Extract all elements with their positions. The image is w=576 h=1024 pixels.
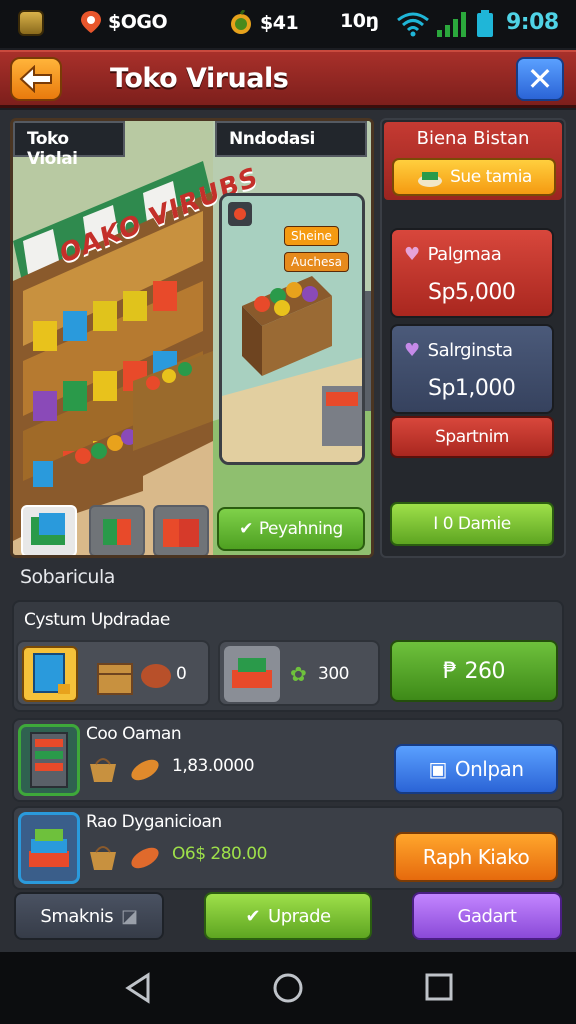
basket-icon (90, 846, 116, 870)
row-2-value: O6$ 280.00 (172, 844, 267, 864)
side-header: Biena Bistan Sue tamia (384, 122, 562, 200)
row-1-title: Coo Oaman (86, 724, 182, 744)
coins-value: $OGO (108, 11, 168, 33)
bread-icon (131, 759, 159, 781)
bottom-left-button[interactable]: Smaknis ◪ (14, 892, 164, 940)
buy-button[interactable]: ₱ 260 (390, 640, 558, 702)
cash-counter: $41 (228, 10, 299, 36)
row-1-button[interactable]: ▣ Onlpan (394, 744, 558, 794)
upgrade-slot-1[interactable]: 0 (16, 640, 210, 706)
heart-icon: ♥ (404, 340, 420, 361)
price-card-1-value: Sp5,000 (428, 280, 516, 305)
store-view-panel: Toko Violai Nndodasi OAKO VIRUBS Sheine … (10, 118, 374, 558)
back-nav-icon[interactable] (124, 972, 152, 1004)
upgrade-slot-2[interactable]: ✿ 300 (218, 640, 380, 706)
price-card-1[interactable]: ♥ Palgmaa Sp5,000 (390, 228, 554, 318)
fruit-icon (231, 10, 251, 34)
announcement-button[interactable]: ✔ Peyahning (217, 507, 365, 551)
side-green-button[interactable]: I 0 Damie (390, 502, 554, 546)
price-card-2[interactable]: ♥ Salrginsta Sp1,000 (390, 324, 554, 414)
list-item[interactable]: Rao Dyganicioan O6$ 280.00 Raph Kiako (12, 806, 564, 890)
bottom-right-button[interactable]: Gadart (412, 892, 562, 940)
location-pin-icon (81, 11, 101, 33)
row-2-button[interactable]: Raph Kiako (394, 832, 558, 882)
wifi-icon (397, 12, 429, 37)
upgrade-item-selected[interactable] (22, 646, 78, 702)
coins-counter: $OGO (80, 10, 168, 34)
status-bar: $OGO $41 10ŋ 9:08 (0, 0, 576, 48)
navigation-bar (0, 952, 576, 1024)
thumb-item-2[interactable] (89, 505, 145, 555)
store-icon: ▣ (428, 757, 447, 781)
tab-store-view[interactable]: Toko Violai (13, 121, 125, 169)
battery-icon (477, 10, 493, 37)
section-title: Sobaricula (20, 566, 115, 588)
bag-icon (163, 519, 199, 547)
mini-button-1[interactable]: Sheine (284, 226, 339, 246)
box-blue-icon (33, 653, 70, 694)
app-badge-icon (18, 10, 44, 36)
heart-icon: ♥ (404, 244, 420, 265)
back-arrow-icon (19, 65, 52, 93)
side-header-label: Biena Bistan (416, 128, 530, 149)
back-button[interactable] (10, 57, 62, 101)
crate-icon (97, 663, 133, 695)
upgrade-slot-1-value: 0 (176, 664, 187, 684)
package-icon (31, 513, 65, 545)
connectivity (396, 10, 494, 38)
mini-button-2[interactable]: Auchesa (284, 252, 350, 272)
preview-card[interactable]: Sheine Auchesa (219, 193, 365, 465)
tab-recommendation[interactable]: Nndodasi (215, 121, 367, 157)
close-button[interactable]: ✕ (516, 57, 564, 101)
thumb-item-1[interactable] (21, 505, 77, 555)
price-card-2-name: Salrginsta (427, 340, 513, 361)
currency-icon: ₱ (443, 658, 457, 684)
upgrade-title: Cystum Updradae (24, 610, 170, 630)
basket-icon (141, 664, 171, 688)
row-thumb-2 (18, 812, 80, 884)
gear-icon: ✿ (290, 662, 307, 686)
food-icon (418, 172, 443, 187)
upgrade-button[interactable]: ✔ Uprade (204, 892, 372, 940)
side-save-button[interactable]: Sue tamia (392, 158, 556, 196)
clock: 9:08 (506, 10, 559, 35)
row-1-value: 1,83.0000 (172, 756, 255, 776)
upgrade-slot-2-value: 300 (318, 664, 349, 684)
check-icon: ✔ (239, 519, 253, 539)
page-title: Toko Viruals (110, 63, 289, 94)
list-item[interactable]: Coo Oaman 1,83.0000 ▣ Onlpan (12, 718, 564, 802)
signal-text: 10ŋ (340, 10, 379, 32)
row-2-title: Rao Dyganicioan (86, 812, 222, 832)
thumb-item-3[interactable] (153, 505, 209, 555)
row-thumb-1 (18, 724, 80, 796)
edit-icon: ◪ (121, 905, 138, 927)
box-icon (103, 519, 131, 545)
upgrade-item-2[interactable] (224, 646, 280, 702)
side-panel: Biena Bistan Sue tamia ♥ Palgmaa Sp5,000 … (380, 118, 566, 558)
upgrade-box: Cystum Updradae 0 ✿ 300 ₱ 260 (12, 600, 564, 712)
side-red-button[interactable]: Spartnim (390, 416, 554, 458)
bread-icon (131, 847, 159, 869)
close-icon: ✕ (526, 60, 554, 98)
main-content: Toko Violai Nndodasi OAKO VIRUBS Sheine … (0, 110, 576, 952)
fridge-icon (30, 732, 68, 788)
home-nav-icon[interactable] (272, 972, 304, 1004)
price-card-2-value: Sp1,000 (428, 376, 516, 401)
basket-icon (90, 758, 116, 782)
recents-nav-icon[interactable] (424, 972, 454, 1002)
stack-icon (29, 829, 69, 867)
cell-signal-icon (437, 12, 466, 37)
cart-icon (232, 658, 272, 688)
cash-value: $41 (260, 12, 299, 34)
title-bar: Toko Viruals ✕ (0, 50, 576, 108)
price-card-1-name: Palgmaa (427, 244, 502, 265)
check-icon: ✔ (245, 905, 261, 927)
